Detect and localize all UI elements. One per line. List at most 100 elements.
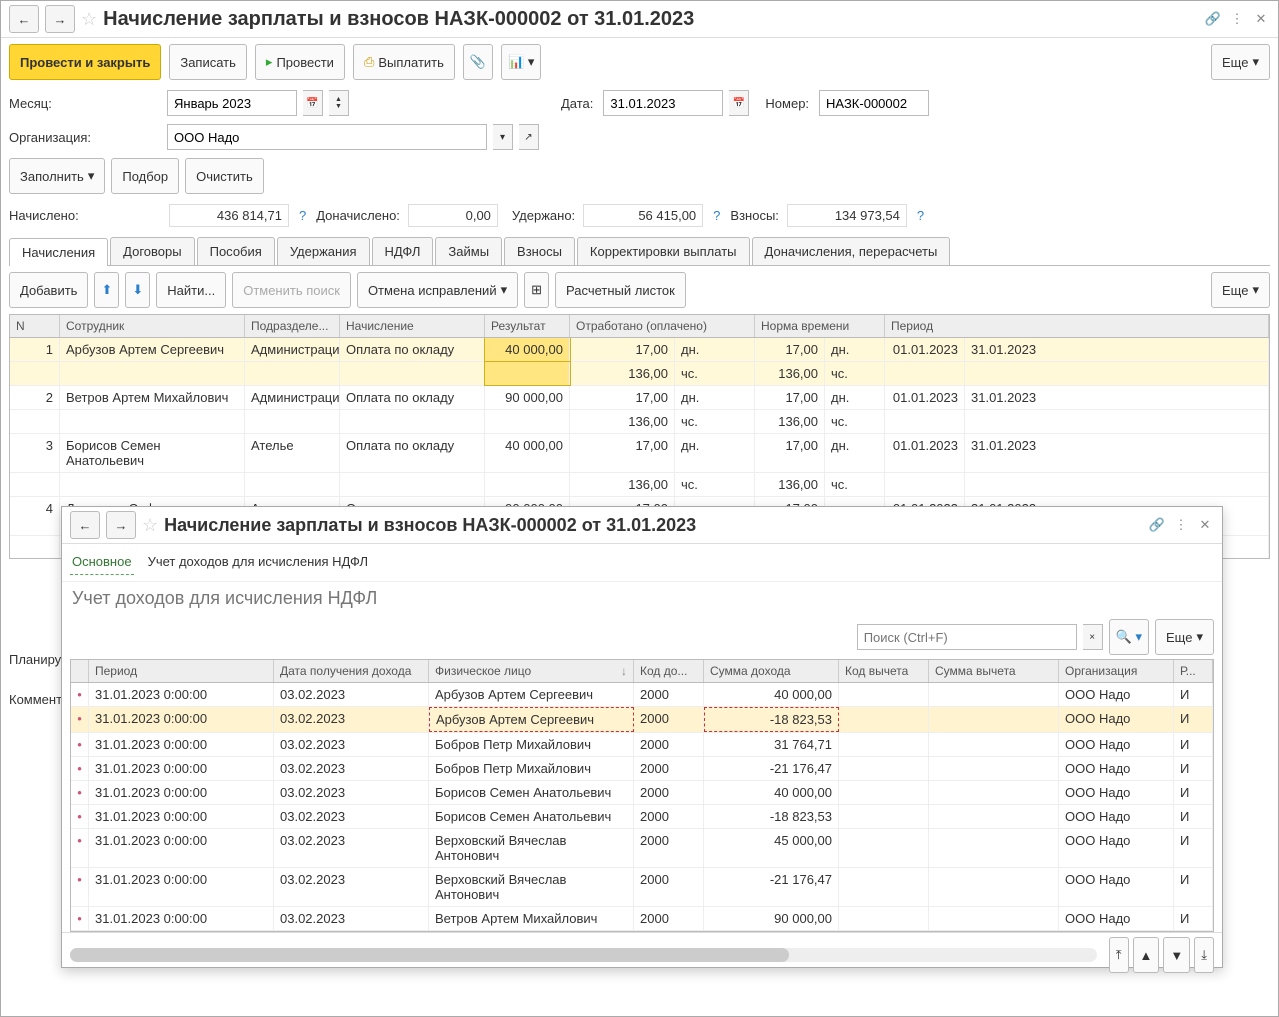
org-input[interactable] [167,124,487,150]
post-close-button[interactable]: Провести и закрыть [9,44,161,80]
kebab-icon[interactable]: ⋮ [1172,516,1190,534]
org-dropdown-icon[interactable]: ▾ [493,124,513,150]
close-icon[interactable]: ✕ [1252,10,1270,28]
month-input[interactable] [167,90,297,116]
search-input[interactable] [857,624,1077,650]
scroll-top-icon[interactable]: ⤒ [1109,937,1129,973]
income-row[interactable]: •31.01.2023 0:00:0003.02.2023Бобров Петр… [71,733,1213,757]
cancel-fix-button[interactable]: Отмена исправлений ▾ [357,272,518,308]
tab-5[interactable]: Займы [435,237,502,265]
fill-button[interactable]: Заполнить ▾ [9,158,105,194]
fill-label: Заполнить [20,169,84,184]
help-icon[interactable]: ? [911,208,930,223]
nav-fwd-button[interactable]: → [45,5,75,33]
col-dedsum[interactable]: Сумма вычета [929,660,1059,682]
star-icon[interactable]: ☆ [142,515,158,536]
income-row[interactable]: •31.01.2023 0:00:0003.02.2023Верховский … [71,868,1213,907]
tab-2[interactable]: Пособия [197,237,275,265]
nav-fwd-button[interactable]: → [106,511,136,539]
col-worked[interactable]: Отработано (оплачено) [570,315,755,337]
tab-8[interactable]: Доначисления, перерасчеты [752,237,951,265]
add-button[interactable]: Добавить [9,272,88,308]
move-up-button[interactable]: ⬆ [94,272,119,308]
find-button[interactable]: Найти... [156,272,226,308]
col-norm[interactable]: Норма времени [755,315,885,337]
col-code[interactable]: Код до... [634,660,704,682]
tab-4[interactable]: НДФЛ [372,237,434,265]
scroll-down-icon[interactable]: ▼ [1163,937,1190,973]
org-open-icon[interactable]: ↗ [519,124,539,150]
col-org[interactable]: Организация [1059,660,1174,682]
move-down-button[interactable]: ⬇ [125,272,150,308]
help-icon[interactable]: ? [293,208,312,223]
table-more-button[interactable]: Еще ▾ [1211,272,1270,308]
scroll-bottom-icon[interactable]: ⤓ [1194,937,1214,973]
col-n[interactable]: N [10,315,60,337]
date-input[interactable] [603,90,723,116]
scroll-up-icon[interactable]: ▲ [1133,937,1160,973]
contrib-value: 134 973,54 [787,204,907,227]
income-row[interactable]: •31.01.2023 0:00:0003.02.2023Верховский … [71,829,1213,868]
col-period[interactable]: Период [89,660,274,682]
col-sum[interactable]: Сумма дохода [704,660,839,682]
date-calendar-icon[interactable]: 📅 [729,90,749,116]
pay-label: Выплатить [378,55,444,70]
post-button[interactable]: ▸Провести [255,44,345,80]
nav-back-button[interactable]: ← [9,5,39,33]
tab-6[interactable]: Взносы [504,237,575,265]
kebab-icon[interactable]: ⋮ [1228,10,1246,28]
search-button[interactable]: 🔍 ▾ [1109,619,1149,655]
search-clear-icon[interactable]: × [1083,624,1103,650]
star-icon[interactable]: ☆ [81,9,97,30]
table-row-sub[interactable]: 136,00чс.136,00чс. [10,362,1269,386]
col-dep[interactable]: Подразделе... [245,315,340,337]
table-row-sub[interactable]: 136,00чс.136,00чс. [10,410,1269,434]
payslip-button[interactable]: Расчетный листок [555,272,686,308]
tab-1[interactable]: Договоры [110,237,194,265]
close-icon[interactable]: ✕ [1196,516,1214,534]
columns-button[interactable]: ⊞ [524,272,549,308]
income-row[interactable]: •31.01.2023 0:00:0003.02.2023Арбузов Арт… [71,707,1213,733]
help-icon[interactable]: ? [707,208,726,223]
link-icon[interactable]: 🔗 [1204,10,1222,28]
pay-button[interactable]: ⎙Выплатить [353,44,455,80]
subtab-main[interactable]: Основное [70,550,134,575]
tab-0[interactable]: Начисления [9,238,108,266]
more-label: Еще [1222,55,1248,70]
write-button[interactable]: Записать [169,44,247,80]
col-emp[interactable]: Сотрудник [60,315,245,337]
col-period[interactable]: Период [885,315,1269,337]
table-row[interactable]: 3Борисов Семен АнатольевичАтельеОплата п… [10,434,1269,473]
income-row[interactable]: •31.01.2023 0:00:0003.02.2023Бобров Петр… [71,757,1213,781]
cancel-find-button[interactable]: Отменить поиск [232,272,351,308]
col-res[interactable]: Результат [485,315,570,337]
col-recdate[interactable]: Дата получения дохода [274,660,429,682]
month-spinner[interactable]: ▲▼ [329,90,349,116]
month-calendar-icon[interactable]: 📅 [303,90,323,116]
income-row[interactable]: •31.01.2023 0:00:0003.02.2023Ветров Арте… [71,907,1213,931]
link-icon[interactable]: 🔗 [1148,516,1166,534]
table-row[interactable]: 2Ветров Артем МихайловичАдминистрациОпла… [10,386,1269,410]
accrued-value: 436 814,71 [169,204,289,227]
col-acc[interactable]: Начисление [340,315,485,337]
col-dedcode[interactable]: Код вычета [839,660,929,682]
table-row-sub[interactable]: 136,00чс.136,00чс. [10,473,1269,497]
col-person[interactable]: Физическое лицо↓ [429,660,634,682]
num-input[interactable] [819,90,929,116]
table-row[interactable]: 1Арбузов Артем СергеевичАдминистрациОпла… [10,338,1269,362]
pick-button[interactable]: Подбор [111,158,179,194]
nav-back-button[interactable]: ← [70,511,100,539]
clear-button[interactable]: Очистить [185,158,264,194]
more-button-2[interactable]: Еще ▾ [1155,619,1214,655]
col-r[interactable]: Р... [1174,660,1213,682]
report-button[interactable]: 📊 ▾ [501,44,541,80]
income-row[interactable]: •31.01.2023 0:00:0003.02.2023Борисов Сем… [71,781,1213,805]
more-button[interactable]: Еще ▾ [1211,44,1270,80]
tab-7[interactable]: Корректировки выплаты [577,237,750,265]
subtab-ndfl[interactable]: Учет доходов для исчисления НДФЛ [146,550,370,575]
h-scrollbar[interactable] [70,948,1097,962]
income-row[interactable]: •31.01.2023 0:00:0003.02.2023Борисов Сем… [71,805,1213,829]
attach-button[interactable]: 📎 [463,44,493,80]
income-row[interactable]: •31.01.2023 0:00:0003.02.2023Арбузов Арт… [71,683,1213,707]
tab-3[interactable]: Удержания [277,237,370,265]
